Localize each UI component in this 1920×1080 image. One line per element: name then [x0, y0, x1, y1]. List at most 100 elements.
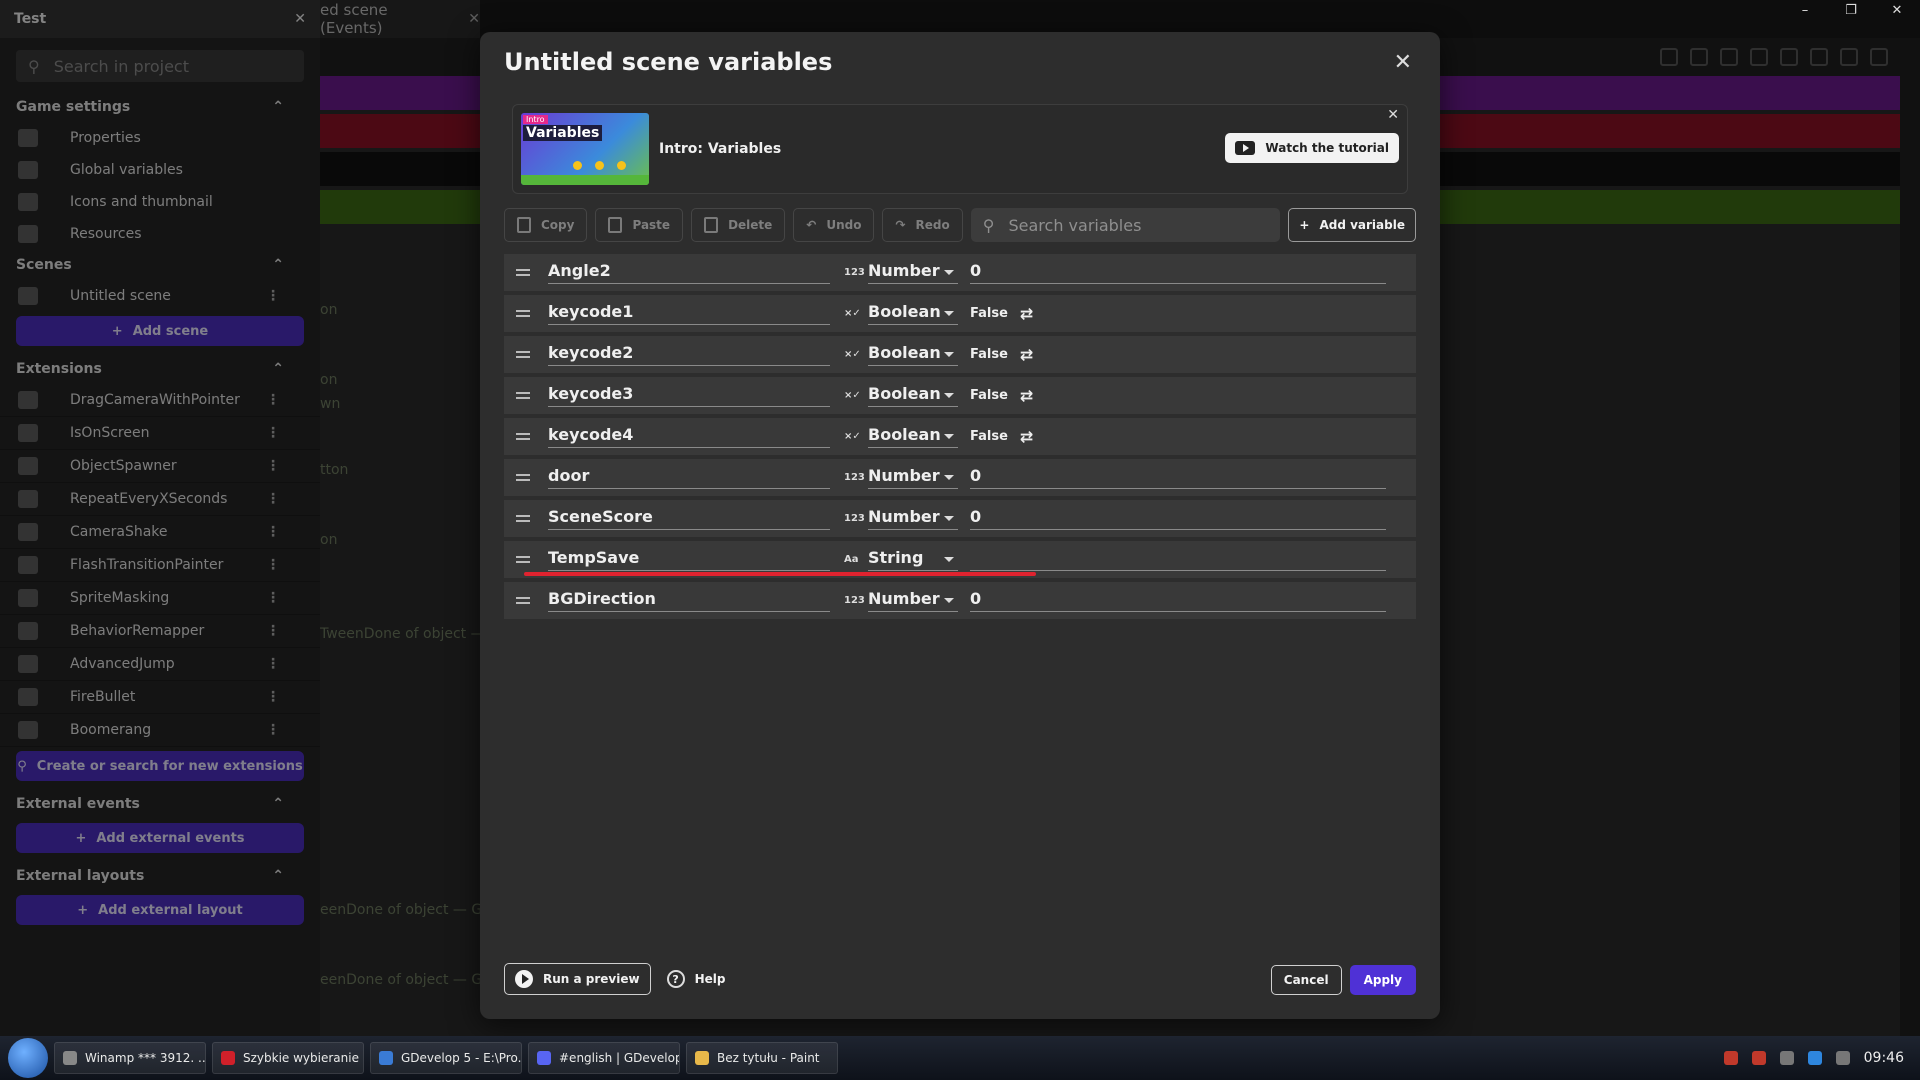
variable-value-field[interactable]: 0 [970, 589, 1386, 612]
coin-icon [595, 161, 604, 170]
variable-name-field[interactable]: keycode2 [548, 343, 830, 366]
variables-list: Angle2 123 Number 0 keycode1 ×✓ Boolean … [504, 254, 1416, 623]
undo-button[interactable]: ↶ Undo [793, 208, 875, 242]
drag-handle-icon[interactable] [516, 307, 530, 320]
boolean-type-icon: ×✓ [844, 431, 861, 442]
variable-name-field[interactable]: TempSave [548, 548, 830, 571]
help-button[interactable]: ? Help [666, 970, 725, 988]
variable-type-select[interactable]: Number [868, 261, 958, 284]
variable-type-select[interactable]: Number [868, 507, 958, 530]
drag-handle-icon[interactable] [516, 266, 530, 279]
copy-button[interactable]: Copy [504, 208, 588, 242]
number-type-icon: 123 [844, 472, 865, 483]
variable-row[interactable]: Angle2 123 Number 0 [504, 254, 1416, 291]
button-label: Watch the tutorial [1265, 141, 1389, 155]
watch-tutorial-button[interactable]: Watch the tutorial [1225, 133, 1399, 163]
variable-name-field[interactable]: BGDirection [548, 589, 830, 612]
toggle-swap-icon[interactable]: ⇄ [1020, 345, 1033, 364]
cancel-button[interactable]: Cancel [1270, 965, 1342, 995]
boolean-type-icon: ×✓ [844, 308, 861, 319]
variable-row[interactable]: BGDirection 123 Number 0 [504, 582, 1416, 619]
taskbar-app-label: #english | GDevelop... [559, 1051, 679, 1065]
start-button[interactable] [8, 1038, 48, 1078]
variable-row[interactable]: keycode4 ×✓ Boolean False ⇄ [504, 418, 1416, 455]
drag-handle-icon[interactable] [516, 471, 530, 484]
taskbar-app-label: Szybkie wybieranie ... [243, 1051, 364, 1065]
variable-name-field[interactable]: SceneScore [548, 507, 830, 530]
variable-value-field[interactable]: 0 [970, 507, 1386, 530]
variable-row[interactable]: door 123 Number 0 [504, 459, 1416, 496]
variable-type-select[interactable]: Number [868, 466, 958, 489]
restore-icon[interactable]: ❐ [1828, 0, 1874, 20]
drag-handle-icon[interactable] [516, 512, 530, 525]
number-type-icon: 123 [844, 513, 865, 524]
variable-name-field[interactable]: keycode4 [548, 425, 830, 448]
add-variable-button[interactable]: + Add variable [1288, 208, 1416, 242]
boolean-value: False ⇄ [970, 386, 1033, 405]
boolean-type-icon: ×✓ [844, 390, 861, 401]
drag-handle-icon[interactable] [516, 594, 530, 607]
close-icon[interactable]: ✕ [1387, 107, 1399, 123]
window-close-icon[interactable]: ✕ [1874, 0, 1920, 20]
drag-handle-icon[interactable] [516, 430, 530, 443]
variable-name-field[interactable]: keycode3 [548, 384, 830, 407]
boolean-value-label: False [970, 306, 1008, 321]
variable-row[interactable]: keycode3 ×✓ Boolean False ⇄ [504, 377, 1416, 414]
scene-variables-dialog: Untitled scene variables ✕ Intro Variabl… [480, 32, 1440, 1019]
discord-icon [537, 1051, 551, 1065]
delete-button[interactable]: Delete [691, 208, 786, 242]
toggle-swap-icon[interactable]: ⇄ [1020, 386, 1033, 405]
tray-app-icon[interactable] [1723, 1051, 1738, 1065]
search-icon: ⚲ [982, 215, 995, 235]
taskbar-app[interactable]: Szybkie wybieranie ... [212, 1042, 364, 1074]
discord-tray-icon[interactable] [1779, 1051, 1794, 1065]
variable-row[interactable]: keycode2 ×✓ Boolean False ⇄ [504, 336, 1416, 373]
taskbar-app[interactable]: GDevelop 5 - E:\Pro... [370, 1042, 522, 1074]
toggle-swap-icon[interactable]: ⇄ [1020, 427, 1033, 446]
variable-name-field[interactable]: Angle2 [548, 261, 830, 284]
variable-row[interactable]: SceneScore 123 Number 0 [504, 500, 1416, 537]
ground-decoration [521, 175, 649, 185]
undo-icon: ↶ [806, 218, 817, 232]
variable-type-select[interactable]: Boolean [868, 384, 958, 407]
variable-row[interactable]: keycode1 ×✓ Boolean False ⇄ [504, 295, 1416, 332]
variable-name-field[interactable]: door [548, 466, 830, 489]
redo-button[interactable]: ↷ Redo [882, 208, 963, 242]
variable-type-select[interactable]: Boolean [868, 425, 958, 448]
run-preview-button[interactable]: Run a preview [504, 963, 651, 995]
tray-app-icon[interactable] [1751, 1051, 1766, 1065]
taskbar-app[interactable]: #english | GDevelop... [528, 1042, 680, 1074]
gamepad-icon[interactable] [1835, 1051, 1850, 1065]
variable-type-select[interactable]: Number [868, 589, 958, 612]
minimize-icon[interactable]: – [1782, 0, 1828, 20]
variable-type-select[interactable]: String [868, 548, 958, 571]
taskbar-app[interactable]: Winamp *** 3912. ... [54, 1042, 206, 1074]
taskbar-app[interactable]: Bez tytułu - Paint [686, 1042, 838, 1074]
variable-value-field[interactable] [970, 549, 1386, 571]
clock[interactable]: 09:46 [1864, 1050, 1904, 1066]
drag-handle-icon[interactable] [516, 348, 530, 361]
search-variables-input[interactable]: ⚲ Search variables [970, 208, 1281, 242]
string-type-icon: Aa [844, 554, 859, 565]
drag-handle-icon[interactable] [516, 553, 530, 566]
variable-type-select[interactable]: Boolean [868, 302, 958, 325]
tutorial-label: Intro: Variables [659, 141, 782, 157]
variable-row[interactable]: TempSave Aa String [504, 541, 1416, 578]
help-icon: ? [666, 970, 685, 988]
variable-value-field[interactable]: 0 [970, 261, 1386, 284]
network-icon[interactable] [1807, 1051, 1822, 1065]
thumbnail-title: Variables [523, 125, 603, 141]
apply-button[interactable]: Apply [1349, 965, 1416, 995]
tutorial-card: Intro Variables Intro: Variables Watch t… [512, 104, 1408, 194]
variable-name-field[interactable]: keycode1 [548, 302, 830, 325]
window-controls: – ❐ ✕ [1782, 0, 1920, 20]
boolean-value: False ⇄ [970, 304, 1033, 323]
variable-value-field[interactable]: 0 [970, 466, 1386, 489]
drag-handle-icon[interactable] [516, 389, 530, 402]
tutorial-thumbnail[interactable]: Intro Variables [521, 113, 649, 185]
boolean-type-icon: ×✓ [844, 349, 861, 360]
paste-button[interactable]: Paste [595, 208, 684, 242]
variable-type-select[interactable]: Boolean [868, 343, 958, 366]
toggle-swap-icon[interactable]: ⇄ [1020, 304, 1033, 323]
close-icon[interactable]: ✕ [1394, 50, 1412, 75]
